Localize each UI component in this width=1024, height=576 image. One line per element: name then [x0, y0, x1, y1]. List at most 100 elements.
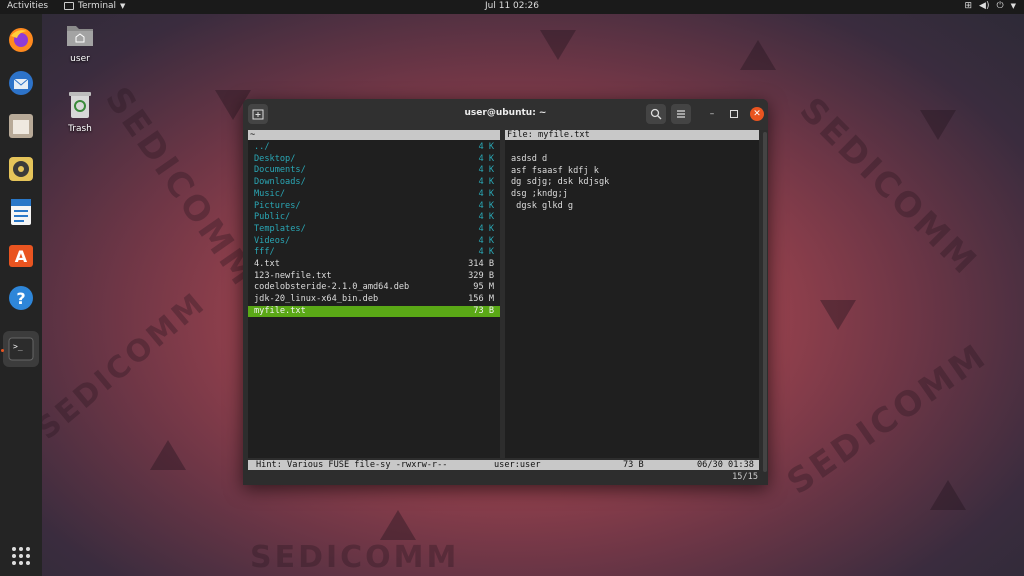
menu-button[interactable] — [671, 104, 691, 124]
left-panel-path: ~ — [250, 130, 256, 140]
preview-line: dg sdjg; dsk kdjsgk — [511, 177, 610, 188]
file-row[interactable]: jdk-20_linux-x64_bin.deb 156 M — [248, 294, 500, 306]
software-launcher[interactable]: A — [5, 239, 37, 271]
preview-file-name: File: myfile.txt — [507, 130, 590, 140]
status-date: 06/30 01:38 — [697, 460, 754, 470]
clock-label[interactable]: Jul 11 02:26 — [485, 1, 539, 11]
file-name: 4.txt — [254, 259, 280, 269]
minimize-icon: – — [709, 109, 715, 119]
scrollbar-thumb[interactable] — [763, 132, 767, 472]
grid-icon — [12, 547, 30, 565]
desktop-trash[interactable]: Trash — [50, 90, 110, 134]
file-name: Desktop/ — [254, 153, 296, 164]
system-tray[interactable]: ⊞ ◀) ⏻ ▼ — [965, 1, 1017, 11]
firefox-icon — [9, 28, 33, 52]
file-size: 4 K — [478, 177, 494, 188]
file-row[interactable]: 4.txt 314 B — [248, 259, 500, 271]
file-name: Pictures/ — [254, 200, 301, 211]
home-folder-icon — [67, 26, 93, 46]
chevron-down-icon: ▼ — [1010, 2, 1016, 10]
maximize-button[interactable] — [727, 107, 741, 121]
close-icon: ✕ — [753, 109, 761, 119]
preview-line: asdsd d — [511, 154, 548, 164]
search-button[interactable] — [646, 104, 666, 124]
desktop-home-folder[interactable]: user — [50, 20, 110, 64]
thunderbird-launcher[interactable] — [5, 67, 37, 99]
network-icon: ⊞ — [964, 1, 973, 11]
file-size: 329 B — [468, 270, 494, 281]
power-icon: ⏻ — [996, 1, 1004, 11]
directory-row[interactable]: Documents/4 K — [248, 165, 500, 177]
files-launcher[interactable] — [5, 110, 37, 142]
file-size: 4 K — [478, 212, 494, 223]
file-name: codelobsteride-2.1.0_amd64.deb — [254, 282, 410, 293]
home-folder-label: user — [70, 54, 90, 64]
file-size: 4 K — [478, 188, 494, 199]
file-size: 4 K — [478, 247, 494, 258]
file-name: 123-newfile.txt — [254, 270, 332, 281]
status-owner: user:user — [494, 460, 541, 470]
file-size: 4 K — [478, 223, 494, 234]
status-hint: Hint: Various FUSE file-sy -rwxrw-r-- — [256, 460, 448, 470]
trash-icon — [69, 92, 91, 118]
left-panel-header: ~ — [248, 130, 500, 140]
directory-row[interactable]: Pictures/4 K — [248, 201, 500, 213]
selected-file-row[interactable]: myfile.txt 73 B — [248, 305, 500, 318]
preview-panel[interactable]: asdsd d asf fsaasf kdfj k dg sdjg; dsk kdj… — [505, 140, 759, 458]
scrollbar[interactable] — [762, 130, 768, 485]
help-launcher[interactable]: ? — [5, 282, 37, 314]
file-row[interactable]: 123-newfile.txt 329 B — [248, 271, 500, 283]
file-size: 4 K — [478, 165, 494, 176]
volume-icon: ◀) — [979, 1, 990, 11]
file-size: 73 B — [473, 305, 494, 316]
terminal-icon: >_ — [8, 337, 34, 361]
thunderbird-icon — [9, 71, 33, 95]
directory-row[interactable]: Videos/4 K — [248, 236, 500, 248]
directory-row[interactable]: Music/4 K — [248, 189, 500, 201]
svg-text:A: A — [15, 247, 28, 266]
file-name: Documents/ — [254, 165, 306, 176]
search-icon — [650, 108, 662, 120]
file-name: Downloads/ — [254, 177, 306, 188]
writer-launcher[interactable] — [5, 196, 37, 228]
rhythmbox-launcher[interactable] — [5, 153, 37, 185]
file-name: ../ — [254, 142, 270, 152]
file-row[interactable]: codelobsteride-2.1.0_amd64.deb 95 M — [248, 282, 500, 294]
maximize-icon — [730, 110, 738, 118]
file-name: Public/ — [254, 212, 291, 223]
file-size: 4 K — [478, 200, 494, 211]
file-size: 4 K — [478, 153, 494, 164]
directory-row[interactable]: Desktop/4 K — [248, 154, 500, 166]
right-panel-header: File: myfile.txt — [505, 130, 759, 140]
show-apps-button[interactable] — [11, 546, 31, 566]
file-counter: 15/15 — [732, 472, 758, 482]
svg-text:?: ? — [16, 289, 25, 308]
file-name: Music/ — [254, 188, 286, 199]
minimize-button[interactable]: – — [705, 107, 719, 121]
file-size: 4 K — [478, 235, 494, 246]
terminal-window: user@ubuntu: ~ – ✕ ~ ../4 K Desktop/4 K Do… — [243, 99, 768, 485]
help-icon: ? — [9, 286, 33, 310]
file-name: Videos/ — [254, 235, 291, 246]
status-bar: Hint: Various FUSE file-sy -rwxrw-r-- us… — [248, 460, 759, 470]
left-file-panel[interactable]: ../4 K Desktop/4 K Documents/4 K Downloads/… — [248, 140, 500, 458]
directory-row[interactable]: Downloads/4 K — [248, 177, 500, 189]
terminal-launcher[interactable]: >_ — [3, 331, 39, 367]
firefox-launcher[interactable] — [5, 24, 37, 56]
terminal-content[interactable]: ~ ../4 K Desktop/4 K Documents/4 K Download… — [243, 130, 768, 485]
preview-line: dgsk glkd g — [511, 200, 574, 211]
file-size: 95 M — [473, 282, 494, 293]
writer-icon — [11, 199, 31, 225]
directory-row[interactable]: ../ 4 K — [248, 142, 500, 154]
software-icon: A — [9, 245, 33, 267]
file-size: 4 K — [478, 142, 494, 152]
dock: A ? >_ — [0, 14, 42, 576]
directory-row[interactable]: fff/4 K — [248, 247, 500, 259]
directory-row[interactable]: Templates/4 K — [248, 224, 500, 236]
close-button[interactable]: ✕ — [750, 107, 764, 121]
directory-row[interactable]: Public/4 K — [248, 212, 500, 224]
file-size: 314 B — [468, 259, 494, 269]
title-bar[interactable]: user@ubuntu: ~ – ✕ — [243, 99, 768, 130]
top-bar: Activities Terminal ▼ Jul 11 02:26 ⊞ ◀) … — [0, 0, 1024, 14]
rhythmbox-icon — [9, 157, 33, 181]
